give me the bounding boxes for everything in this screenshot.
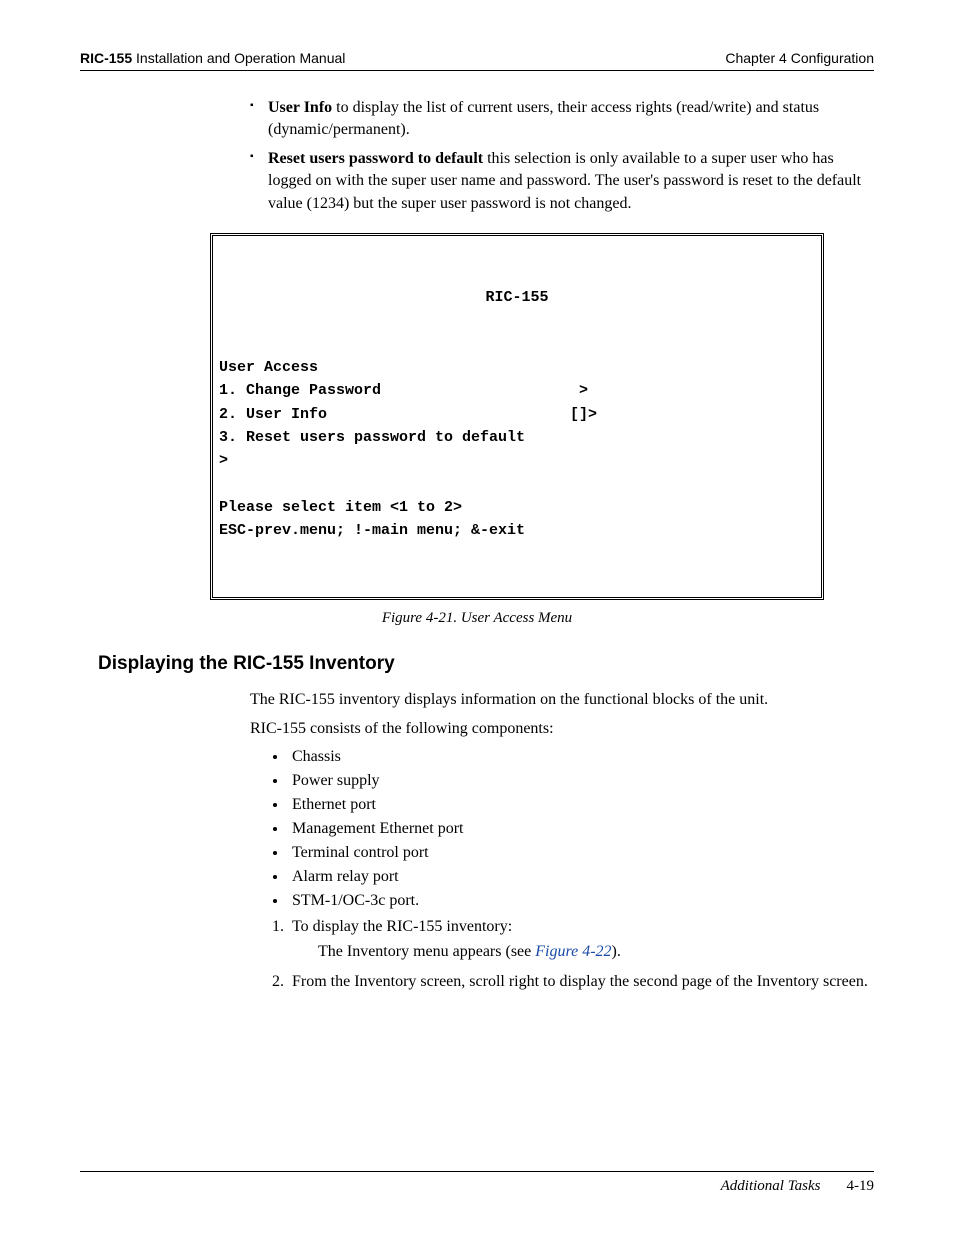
terminal-lines: User Access 1. Change Password > 2. User…: [219, 356, 815, 542]
components-list: Chassis Power supply Ethernet port Manageme…: [250, 748, 874, 910]
feature-bullet-desc: to display the list of current users, th…: [268, 99, 819, 138]
header-manual-title: Installation and Operation Manual: [132, 50, 345, 66]
components-intro: RIC-155 consists of the following compon…: [250, 718, 874, 740]
component-item: Ethernet port: [288, 796, 874, 814]
component-item: STM-1/OC-3c port.: [288, 892, 874, 910]
feature-bullet: User Info to display the list of current…: [250, 97, 874, 142]
header-product: RIC-155: [80, 50, 132, 66]
intro-paragraph: The RIC-155 inventory displays informati…: [250, 689, 874, 711]
step-item: From the Inventory screen, scroll right …: [288, 971, 874, 993]
footer-page-number: 4-19: [847, 1178, 875, 1195]
step-text: From the Inventory screen, scroll right …: [292, 973, 868, 990]
figure-reference-link[interactable]: Figure 4-22: [535, 943, 611, 960]
component-item: Terminal control port: [288, 844, 874, 862]
component-item: Management Ethernet port: [288, 820, 874, 838]
footer-section: Additional Tasks: [721, 1178, 821, 1195]
header-left: RIC-155 Installation and Operation Manua…: [80, 50, 345, 66]
component-item: Power supply: [288, 772, 874, 790]
figure-caption: Figure 4-21. User Access Menu: [80, 610, 874, 627]
section-body: The RIC-155 inventory displays informati…: [250, 689, 874, 993]
terminal-title: RIC-155: [219, 286, 815, 309]
step-text: To display the RIC-155 inventory:: [292, 918, 512, 935]
page: RIC-155 Installation and Operation Manua…: [0, 0, 954, 1235]
section-heading: Displaying the RIC-155 Inventory: [98, 653, 874, 675]
steps-list: To display the RIC-155 inventory: The Inv…: [250, 916, 874, 993]
header-chapter: Chapter 4 Configuration: [725, 50, 874, 66]
page-header: RIC-155 Installation and Operation Manua…: [80, 50, 874, 71]
component-item: Alarm relay port: [288, 868, 874, 886]
top-feature-list: User Info to display the list of current…: [250, 97, 874, 215]
page-footer: Additional Tasks 4-19: [80, 1171, 874, 1195]
terminal-screen: RIC-155 User Access 1. Change Password >…: [210, 233, 824, 600]
step-subtext: The Inventory menu appears (see Figure 4…: [318, 941, 874, 963]
component-item: Chassis: [288, 748, 874, 766]
feature-bullet: Reset users password to default this sel…: [250, 148, 874, 215]
step-item: To display the RIC-155 inventory: The Inv…: [288, 916, 874, 963]
feature-bullet-term: Reset users password to default: [268, 150, 483, 167]
feature-bullet-term: User Info: [268, 99, 332, 116]
